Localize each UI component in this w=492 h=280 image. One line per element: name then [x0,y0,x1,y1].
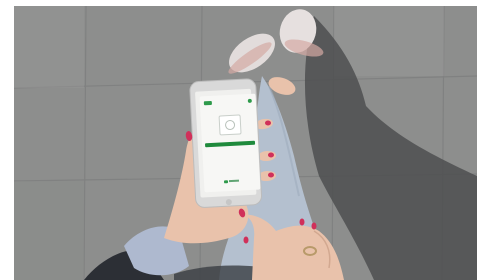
app-header [203,98,252,107]
app-illustration-icon [218,114,242,136]
app-cta-label [205,141,255,144]
app-footer-logo [223,179,240,184]
phone-screen [199,93,261,193]
brand-wordmark [228,179,240,183]
brand-logo-icon [223,179,229,183]
image-canvas [0,0,492,280]
app-logo-icon [203,100,212,106]
app-cta-button [204,140,256,148]
app-menu-icon [247,98,252,104]
